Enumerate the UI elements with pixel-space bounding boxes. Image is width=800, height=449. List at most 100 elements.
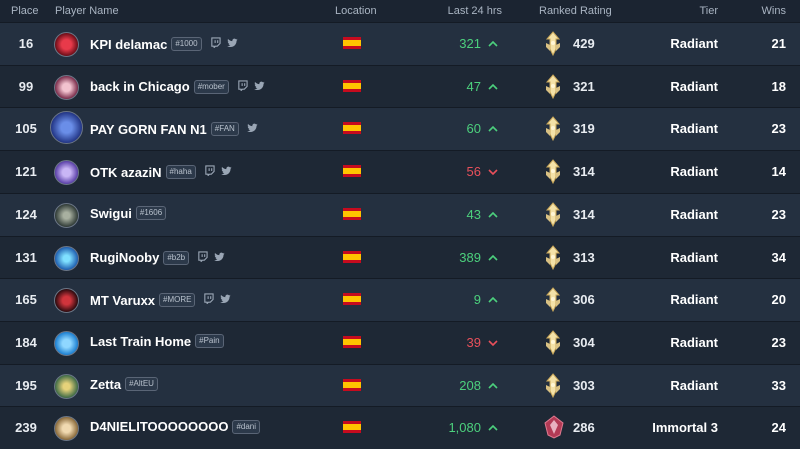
header-location[interactable]: Location <box>335 5 377 17</box>
spain-flag-icon <box>343 335 361 348</box>
avatar[interactable] <box>54 74 79 100</box>
avatar[interactable] <box>54 245 79 271</box>
avatar[interactable] <box>54 330 79 356</box>
trend-up-icon <box>487 208 499 220</box>
radiant-rank-icon <box>543 116 563 142</box>
header-wins[interactable]: Wins <box>762 5 786 17</box>
spain-flag-icon <box>343 122 361 135</box>
twitter-icon[interactable] <box>254 78 265 96</box>
row-place: 99 <box>18 78 34 94</box>
wins-value: 33 <box>771 377 786 393</box>
player-tag: #Pain <box>195 334 224 349</box>
wins-value: 23 <box>771 334 786 350</box>
row-place: 16 <box>18 36 34 51</box>
player-name-cell: OTK azaziN #haha <box>90 163 232 181</box>
header-place[interactable]: Place <box>11 5 39 17</box>
wins-value: 24 <box>771 420 786 436</box>
table-row[interactable]: 195 Zetta #AltEU 208 303 Radiant 33 <box>0 363 800 407</box>
table-row[interactable]: 99 back in Chicago #mober 47 321 Radiant… <box>0 64 800 108</box>
wins-value: 18 <box>771 78 786 94</box>
table-row[interactable]: 121 OTK azaziN #haha 56 314 Radiant 14 <box>0 150 800 194</box>
avatar[interactable] <box>54 373 79 399</box>
tier-value: Radiant <box>670 164 718 180</box>
player-name-link[interactable]: Last Train Home <box>90 334 191 349</box>
twitch-icon[interactable] <box>197 249 208 267</box>
last-24-hrs-value: 321 <box>459 36 481 51</box>
twitter-icon[interactable] <box>220 291 232 309</box>
player-name-link[interactable]: back in Chicago <box>90 79 190 94</box>
twitter-icon[interactable] <box>226 35 238 53</box>
ranked-rating-value: 319 <box>573 121 595 137</box>
avatar[interactable] <box>54 416 79 442</box>
twitter-icon[interactable] <box>214 249 225 267</box>
row-place: 195 <box>15 377 37 393</box>
avatar[interactable] <box>54 288 79 314</box>
player-name-link[interactable]: MT Varuxx <box>90 293 155 308</box>
last-24-hrs-value: 60 <box>466 121 481 137</box>
player-name-link[interactable]: KPI delamac <box>90 37 167 52</box>
table-row[interactable]: 131 RugiNooby #b2b 389 313 Radiant 34 <box>0 235 800 279</box>
avatar[interactable] <box>50 111 83 145</box>
player-tag: #1000 <box>171 37 202 51</box>
header-tier[interactable]: Tier <box>699 5 718 17</box>
radiant-rank-icon <box>543 159 563 185</box>
trend-up-icon <box>487 251 499 263</box>
header-player-name[interactable]: Player Name <box>55 5 119 17</box>
row-place: 121 <box>15 164 37 180</box>
spain-flag-icon <box>343 293 361 306</box>
player-tag: #haha <box>165 165 196 180</box>
twitter-icon[interactable] <box>246 120 258 138</box>
player-tag: #FAN <box>210 122 239 137</box>
wins-value: 23 <box>771 121 786 137</box>
player-name-link[interactable]: OTK azaziN <box>90 165 162 180</box>
header-last-24-hrs[interactable]: Last 24 hrs <box>448 5 502 17</box>
player-name-link[interactable]: D4NIELITOOOOOOOO <box>90 419 228 434</box>
twitch-icon[interactable] <box>210 35 221 53</box>
table-row[interactable]: 124 Swigui #1606 43 314 Radiant 23 <box>0 192 800 236</box>
wins-value: 20 <box>771 292 786 308</box>
wins-value: 14 <box>771 164 786 180</box>
player-name-link[interactable]: RugiNooby <box>90 250 159 265</box>
table-row[interactable]: 105 PAY GORN FAN N1 #FAN 60 319 Radiant … <box>0 107 800 151</box>
wins-value: 23 <box>771 206 786 222</box>
player-name-link[interactable]: Zetta <box>90 377 121 392</box>
tier-value: Radiant <box>670 206 718 222</box>
twitter-icon[interactable] <box>220 163 232 181</box>
avatar[interactable] <box>54 32 79 57</box>
spain-flag-icon <box>343 378 361 391</box>
avatar[interactable] <box>54 160 79 186</box>
last-24-hrs-value: 39 <box>466 334 481 350</box>
table-row[interactable]: 165 MT Varuxx #MORE 9 306 Radiant 20 <box>0 278 800 322</box>
social-links <box>210 35 238 53</box>
row-place: 105 <box>15 121 37 137</box>
twitch-icon[interactable] <box>203 291 215 309</box>
player-name-link[interactable]: Swigui <box>90 206 132 221</box>
player-name-cell: Last Train Home #Pain <box>90 334 232 349</box>
table-row[interactable]: 239 D4NIELITOOOOOOOO #dani 1,080 286 Imm… <box>0 406 800 449</box>
ranked-rating-value: 321 <box>573 78 595 94</box>
player-tag: #1606 <box>135 206 167 221</box>
twitch-icon[interactable] <box>204 163 215 181</box>
tier-value: Radiant <box>670 377 718 393</box>
table-row[interactable]: 16 KPI delamac #1000 321 429 Radiant 21 <box>0 22 800 65</box>
ranked-rating-value: 303 <box>573 377 595 393</box>
radiant-rank-icon <box>543 31 563 57</box>
ranked-rating-value: 304 <box>573 334 595 350</box>
trend-down-icon <box>487 336 499 348</box>
avatar[interactable] <box>54 202 79 228</box>
table-row[interactable]: 184 Last Train Home #Pain 39 304 Radiant… <box>0 320 800 364</box>
player-name-cell: KPI delamac #1000 <box>90 35 238 53</box>
header-ranked-rating[interactable]: Ranked Rating <box>539 5 612 17</box>
player-tag: #MORE <box>159 293 196 308</box>
trend-up-icon <box>487 37 499 49</box>
trend-down-icon <box>487 165 499 177</box>
radiant-rank-icon <box>543 244 563 271</box>
twitch-icon[interactable] <box>237 78 248 96</box>
wins-value: 34 <box>771 249 786 265</box>
player-name-link[interactable]: PAY GORN FAN N1 <box>90 122 207 137</box>
last-24-hrs-value: 1,080 <box>448 420 481 436</box>
tier-value: Radiant <box>670 78 718 94</box>
player-name-cell: PAY GORN FAN N1 #FAN <box>90 120 258 138</box>
social-links <box>203 291 232 309</box>
spain-flag-icon <box>343 165 361 178</box>
